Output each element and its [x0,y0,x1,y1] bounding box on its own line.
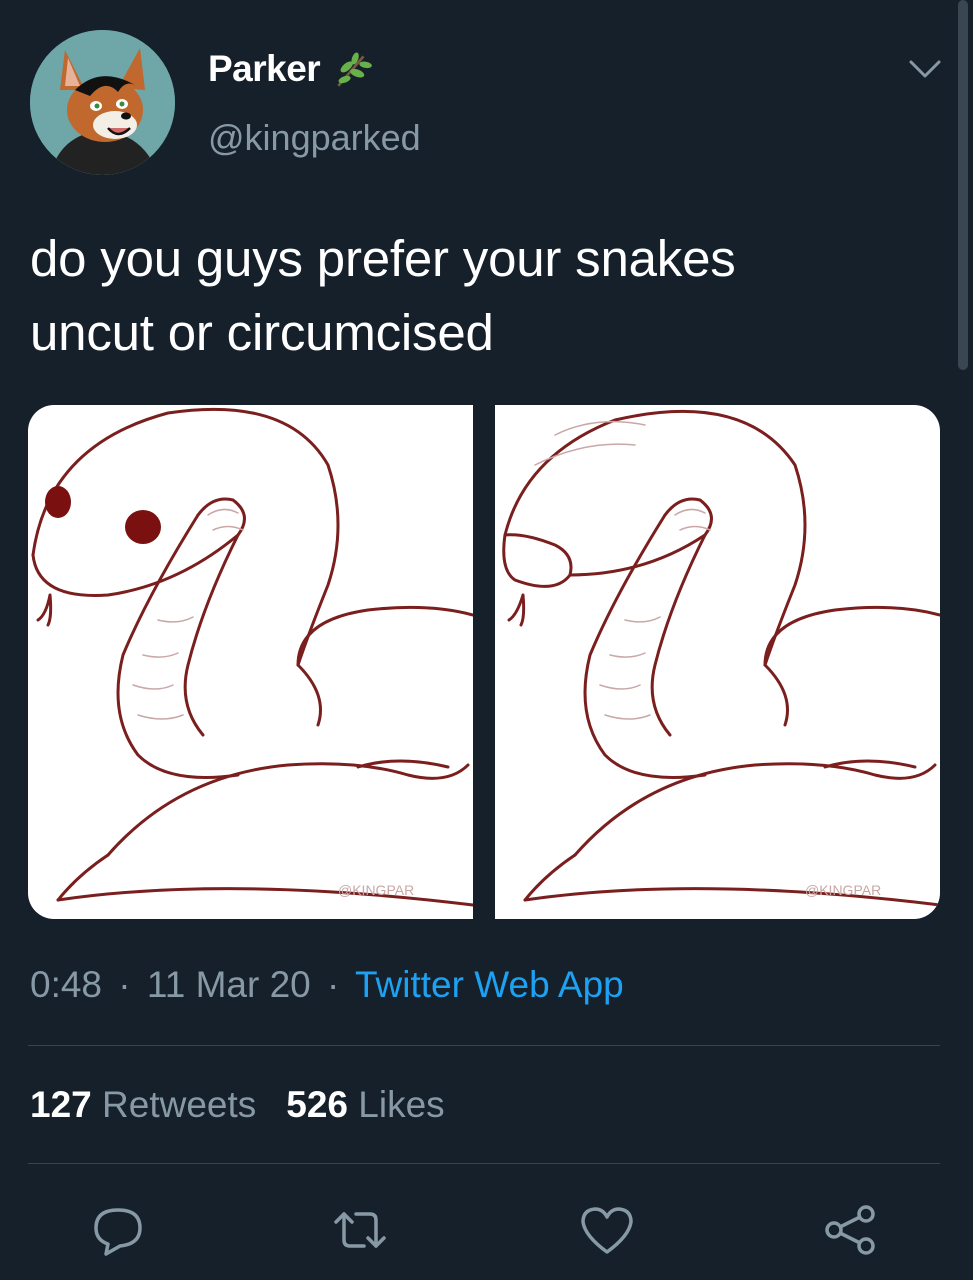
tweet-time[interactable]: 0:48 [30,964,102,1005]
leaf-icon [337,52,373,87]
tweet: Parker @kingparked do you guys prefer yo… [0,0,973,1280]
retweets-stat[interactable]: 127 Retweets [30,1084,256,1125]
display-name[interactable]: Parker [208,48,321,90]
tweet-meta: 0:48 · 11 Mar 20 · Twitter Web App [30,964,624,1006]
retweet-icon[interactable] [330,1200,390,1260]
divider [28,1163,940,1164]
meta-separator: · [118,964,131,1005]
likes-stat[interactable]: 526 Likes [286,1084,444,1125]
likes-count: 526 [286,1084,348,1125]
tweet-date[interactable]: 11 Mar 20 [147,964,311,1005]
avatar-image [30,30,175,175]
tweet-text-line: uncut or circumcised [30,304,494,361]
share-icon[interactable] [820,1200,880,1260]
meta-separator: · [327,964,340,1005]
likes-label: Likes [358,1084,445,1125]
avatar[interactable] [30,30,175,175]
tweet-text-line: do you guys prefer your snakes [30,230,736,287]
retweets-label: Retweets [102,1084,257,1125]
heart-icon[interactable] [577,1200,637,1260]
media-image-circumcised[interactable]: @KINGPAR [495,405,940,919]
scrollbar[interactable] [958,0,968,370]
tweet-source-link[interactable]: Twitter Web App [355,964,624,1005]
snake-drawing-circumcised: @KINGPAR [502,409,940,907]
media-image-uncut[interactable]: @KINGPAR [28,405,473,919]
watermark: @KINGPAR [805,882,881,898]
retweets-count: 127 [30,1084,92,1125]
watermark: @KINGPAR [338,882,414,898]
chevron-down-icon[interactable] [905,52,945,86]
divider [28,1045,940,1046]
tweet-stats: 127 Retweets 526 Likes [30,1084,445,1126]
tweet-text: do you guys prefer your snakes uncut or … [30,222,930,370]
media-grid: @KINGPAR @KINGPAR [28,405,940,919]
user-handle[interactable]: @kingparked [208,117,421,159]
reply-icon[interactable] [88,1200,148,1260]
display-name-row[interactable]: Parker [208,48,374,90]
snake-drawing-uncut: @KINGPAR [31,407,473,907]
